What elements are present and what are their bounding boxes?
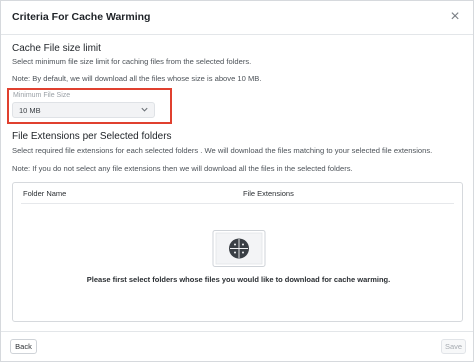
minimum-file-size-value: 10 MB — [19, 106, 41, 115]
dialog-title: Criteria For Cache Warming — [12, 11, 151, 23]
table-empty-message: Please first select folders whose files … — [86, 275, 391, 284]
column-header-file-extensions: File Extensions — [243, 189, 294, 198]
file-size-description: Select minimum file size limit for cachi… — [12, 57, 252, 66]
minimum-file-size-select[interactable]: 10 MB — [12, 102, 155, 118]
cache-warming-dialog: Criteria For Cache Warming × Cache File … — [0, 0, 474, 362]
extensions-heading: File Extensions per Selected folders — [12, 131, 172, 142]
dialog-header: Criteria For Cache Warming × — [1, 1, 473, 35]
back-button[interactable]: Back — [10, 339, 37, 354]
chevron-down-icon — [141, 107, 148, 112]
column-header-folder-name: Folder Name — [23, 189, 67, 198]
minimum-file-size-label: Minimum File Size — [13, 92, 71, 99]
close-icon[interactable]: × — [445, 7, 465, 27]
extensions-note: Note: If you do not select any file exte… — [12, 164, 353, 173]
extensions-description: Select required file extensions for each… — [12, 146, 433, 155]
file-size-note: Note: By default, we will download all t… — [12, 74, 262, 83]
footer-divider — [1, 331, 473, 332]
table-header-divider — [21, 203, 454, 204]
folder-extensions-table: Folder Name File Extensions Please first… — [12, 182, 463, 322]
file-size-heading: Cache File size limit — [12, 43, 101, 54]
save-button[interactable]: Save — [441, 339, 466, 354]
empty-folder-illustration-icon — [212, 230, 266, 267]
